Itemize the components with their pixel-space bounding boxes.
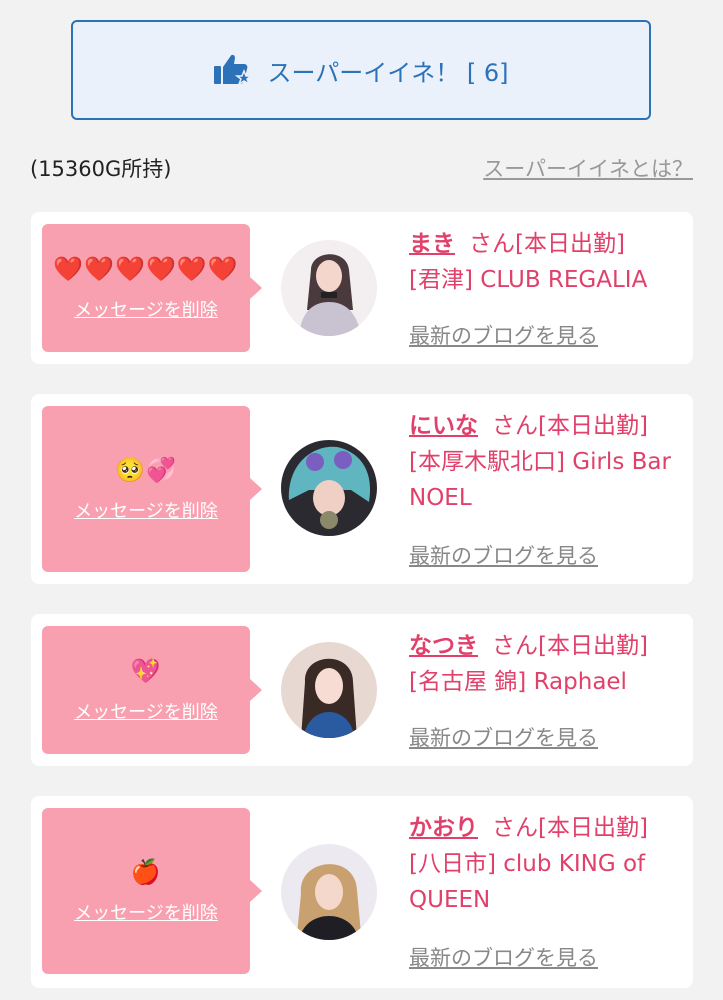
message-text: 🥺💞	[115, 456, 177, 484]
cast-suffix: さん[本日出勤]	[492, 633, 648, 659]
avatar[interactable]	[281, 642, 377, 738]
super-iine-button[interactable]: スーパーイイネ！ [ 6]	[71, 20, 651, 120]
latest-blog-link[interactable]: 最新のブログを見る	[409, 540, 598, 570]
avatar[interactable]	[281, 440, 377, 536]
card-0: ❤️❤️❤️❤️❤️❤️ メッセージを削除 まき さん[本日出勤] [君津] CL…	[31, 212, 693, 364]
cast-suffix: さん[本日出勤]	[492, 413, 648, 439]
super-iine-label: スーパーイイネ！ [ 6]	[267, 58, 509, 87]
message-bubble: 💖 メッセージを削除	[42, 626, 262, 754]
avatar-photo	[281, 642, 377, 738]
card-text: まき さん[本日出勤] [君津] CLUB REGALIA	[409, 226, 689, 298]
shop-name: [君津] CLUB REGALIA	[409, 267, 648, 293]
delete-message-link[interactable]: メッセージを削除	[74, 698, 218, 724]
message-text: 🍎	[130, 858, 162, 886]
card-3: 🍎 メッセージを削除 かおり さん[本日出勤] [八日市] club KING o…	[31, 796, 693, 988]
message-bubble: 🍎 メッセージを削除	[42, 808, 262, 974]
message-bubble: 🥺💞 メッセージを削除	[42, 406, 262, 572]
message-text: 💖	[130, 657, 162, 685]
what-is-super-iine-link[interactable]: スーパーイイネとは？	[483, 153, 693, 183]
shop-name: [八日市] club KING of QUEEN	[409, 851, 646, 913]
shop-name: [名古屋 錦] Raphael	[409, 669, 627, 695]
balance-text: (15360G所持)	[30, 157, 172, 181]
message-bubble: ❤️❤️❤️❤️❤️❤️ メッセージを削除	[42, 224, 262, 352]
delete-message-link[interactable]: メッセージを削除	[74, 296, 218, 322]
latest-blog-link[interactable]: 最新のブログを見る	[409, 722, 598, 752]
card-text: なつき さん[本日出勤] [名古屋 錦] Raphael	[409, 628, 689, 700]
avatar-photo	[281, 240, 377, 336]
card-1: 🥺💞 メッセージを削除 にいな さん[本日出勤] [本厚木駅北口] Girls B…	[31, 394, 693, 584]
card-2: 💖 メッセージを削除 なつき さん[本日出勤] [名古屋 錦] Raphael 最…	[31, 614, 693, 766]
shop-name: [本厚木駅北口] Girls Bar NOEL	[409, 449, 671, 511]
avatar-photo	[281, 440, 377, 536]
message-text: ❤️❤️❤️❤️❤️❤️	[53, 255, 239, 283]
card-text: にいな さん[本日出勤] [本厚木駅北口] Girls Bar NOEL	[409, 408, 689, 516]
delete-message-link[interactable]: メッセージを削除	[74, 899, 218, 925]
avatar-photo	[281, 844, 377, 940]
cast-suffix: さん[本日出勤]	[492, 815, 648, 841]
avatar[interactable]	[281, 844, 377, 940]
card-text: かおり さん[本日出勤] [八日市] club KING of QUEEN	[409, 810, 689, 918]
latest-blog-link[interactable]: 最新のブログを見る	[409, 320, 598, 350]
avatar[interactable]	[281, 240, 377, 336]
cast-name-link[interactable]: にいな	[409, 413, 478, 439]
thumbs-up-star-icon	[214, 54, 254, 86]
cast-name-link[interactable]: かおり	[409, 815, 478, 841]
delete-message-link[interactable]: メッセージを削除	[74, 497, 218, 523]
cast-name-link[interactable]: なつき	[409, 633, 478, 659]
latest-blog-link[interactable]: 最新のブログを見る	[409, 942, 598, 972]
cast-name-link[interactable]: まき	[409, 231, 455, 257]
cast-suffix: さん[本日出勤]	[469, 231, 625, 257]
